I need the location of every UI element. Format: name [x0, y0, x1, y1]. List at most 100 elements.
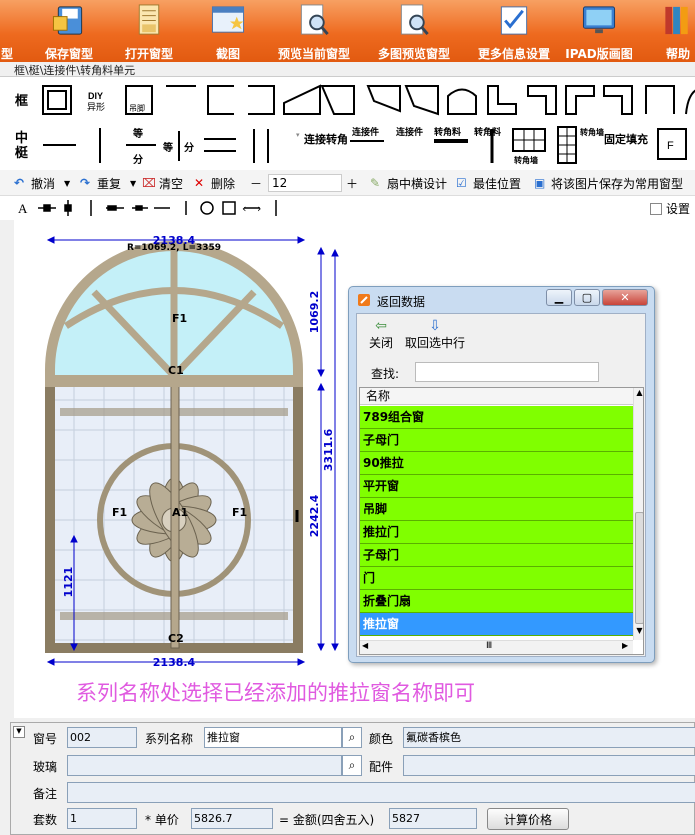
- f-part-label: F: [667, 140, 674, 152]
- horizontal-scrollbar[interactable]: ◀ Ⅲ ▶: [360, 640, 633, 654]
- draw-toolbar: A ‹ › 设置: [0, 196, 695, 220]
- frame-shapes-row[interactable]: DIY 异形 吊脚: [38, 81, 695, 121]
- redo-icon: ↷: [80, 176, 91, 190]
- connector-turn-label: 连接转角: [304, 132, 348, 146]
- tag-f1-right: F1: [232, 506, 247, 519]
- accessory-field[interactable]: [403, 755, 695, 776]
- note-field[interactable]: [67, 782, 695, 803]
- ribbon-ipad-button[interactable]: IPAD版画图: [562, 0, 636, 62]
- grid-row[interactable]: 推拉门: [360, 521, 633, 544]
- unit-price-field[interactable]: 5826.7: [191, 808, 273, 829]
- ipad-icon: [582, 6, 616, 34]
- glass-field[interactable]: [67, 755, 342, 776]
- grid-row[interactable]: 折叠门扇: [360, 590, 633, 613]
- preview-icon: [300, 4, 329, 36]
- data-grid: 名称 789组合窗 子母门 90推拉 平开窗 吊脚 推拉门 子母门门折叠门扇 推拉窗 ▲ ▼ …: [359, 387, 644, 655]
- retrieve-row-button[interactable]: ⇩ 取回选中行: [405, 318, 465, 351]
- order-form: ▼ 窗号 002 系列名称 推拉窗 ⌕ 颜色 氟碳香槟色 玻璃 ⌕ 配件 备注 …: [10, 722, 695, 835]
- save-common-button[interactable]: ▣ 将该图片保存为常用窗型: [534, 174, 683, 192]
- ribbon-window-button[interactable]: 型: [0, 0, 24, 62]
- best-position-button[interactable]: ☑ 最佳位置: [456, 174, 521, 192]
- glass-search-button[interactable]: ⌕: [342, 755, 362, 776]
- calculate-price-button[interactable]: 计算价格: [487, 808, 569, 830]
- ribbon-screenshot-button[interactable]: 截图: [204, 0, 252, 62]
- row-dropdown-marker[interactable]: ▾: [296, 131, 300, 139]
- sets-field[interactable]: 1: [67, 808, 137, 829]
- bottom-width-dimension: 2138.4: [153, 656, 196, 669]
- settings-icon: [500, 6, 528, 35]
- retrieve-icon: ⇩: [429, 318, 441, 334]
- draw-tools[interactable]: A ‹ ›: [14, 198, 314, 218]
- total-height-dimension: 3311.6: [322, 428, 335, 471]
- scroll-up-icon[interactable]: ▲: [634, 388, 643, 402]
- grid-row[interactable]: 吊脚: [360, 498, 633, 521]
- ribbon-save-button[interactable]: 保存窗型: [38, 0, 100, 62]
- search-icon: ⌕: [348, 730, 356, 744]
- h-arrow-icon: ‹: [242, 202, 246, 215]
- checkbox-box[interactable]: [650, 202, 662, 215]
- series-search-button[interactable]: ⌕: [342, 727, 362, 748]
- size-input[interactable]: 12: [268, 174, 342, 192]
- close-window-button[interactable]: ✕: [602, 289, 648, 306]
- scroll-grip-icon[interactable]: Ⅲ: [486, 641, 492, 651]
- scroll-left-icon[interactable]: ◀: [362, 641, 368, 650]
- grid-row[interactable]: 789组合窗: [360, 406, 633, 429]
- maximize-icon: ▢: [581, 291, 593, 304]
- window-no-field[interactable]: 002: [67, 727, 137, 748]
- undo-button[interactable]: ↶ 撤消 ▼: [14, 174, 70, 192]
- grid-row[interactable]: 门: [360, 567, 633, 590]
- ribbon-multi-preview-button[interactable]: 多图预览窗型: [370, 0, 458, 62]
- ribbon-preview-button[interactable]: 预览当前窗型: [270, 0, 358, 62]
- delete-button[interactable]: ✕ 删除: [194, 174, 235, 192]
- equal-label-left: 等: [163, 141, 173, 154]
- tag-a1: A1: [172, 506, 188, 519]
- series-name-field[interactable]: 推拉窗: [204, 727, 342, 748]
- unit-price-label: * 单价: [145, 813, 179, 827]
- corner-wall-label: 转角墙: [514, 155, 538, 165]
- scroll-thumb[interactable]: [635, 512, 643, 624]
- undo-dropdown-icon[interactable]: ▼: [64, 179, 70, 188]
- mullion-row-label: 中梃: [15, 131, 29, 161]
- glass-label: 玻璃: [33, 760, 58, 774]
- edit-toolbar: ↶ 撤消 ▼ ↷ 重复 ▼ ⌧ 清空 ✕ 删除 － 12 ＋ ✎ 扇中横设计 ☑ 最佳位置 ▣ 将…: [0, 170, 695, 196]
- ribbon-toolbar: 型 保存窗型 打开窗型 截图 预览当前窗型 多图预览窗型 更多信息设置 IPAD…: [0, 0, 695, 62]
- text-tool[interactable]: A: [18, 201, 28, 216]
- size-minus-button[interactable]: －: [250, 174, 262, 192]
- close-dialog-button[interactable]: ⇦ 关闭: [369, 318, 393, 351]
- save-icon: [52, 6, 83, 35]
- delete-icon: ✕: [194, 176, 205, 190]
- settings-checkbox[interactable]: 设置: [650, 200, 690, 217]
- minimize-button[interactable]: ▁: [546, 289, 572, 306]
- maximize-button[interactable]: ▢: [574, 289, 600, 306]
- corner-bar-vert-label: 转角料: [474, 126, 501, 138]
- vertical-scrollbar[interactable]: ▲ ▼: [633, 388, 643, 640]
- expand-toggle-icon[interactable]: ▼: [13, 726, 25, 738]
- grid-row[interactable]: 推拉窗: [360, 613, 633, 636]
- grid-row[interactable]: 平开窗: [360, 475, 633, 498]
- scroll-down-icon[interactable]: ▼: [634, 626, 643, 640]
- ribbon-open-button[interactable]: 打开窗型: [118, 0, 180, 62]
- size-plus-button[interactable]: ＋: [346, 174, 358, 192]
- grid-row[interactable]: 子母门: [360, 544, 633, 567]
- column-header-name[interactable]: 名称: [360, 388, 633, 405]
- return-data-dialog: 返回数据 ▁ ▢ ✕ ⇦ 关闭 ⇩ 取回选中行 查找: 名称 789组合窗 子母门…: [348, 286, 655, 663]
- scroll-right-icon[interactable]: ▶: [622, 641, 628, 650]
- redo-dropdown-icon[interactable]: ▼: [130, 179, 136, 188]
- equal-label-right: 分: [184, 141, 194, 154]
- breadcrumb: 框\梃\连接件\转角料单元: [14, 64, 136, 77]
- amount-field[interactable]: 5827: [389, 808, 477, 829]
- color-field[interactable]: 氟碳香槟色: [403, 727, 695, 748]
- find-input[interactable]: [415, 362, 599, 382]
- redo-button[interactable]: ↷ 重复 ▼: [80, 174, 136, 192]
- sash-design-button[interactable]: ✎ 扇中横设计: [370, 174, 447, 192]
- clear-button[interactable]: ⌧ 清空: [142, 174, 183, 192]
- mullion-shapes-row[interactable]: 等 分 等 分 ▾ 连接转角 连接件 连接件 转角料 转角料 转角墙 转角墙 固…: [38, 123, 695, 169]
- h-arrow-icon-right: ›: [257, 202, 261, 215]
- grid-row[interactable]: 90推拉: [360, 452, 633, 475]
- window-icon: [0, 3, 26, 38]
- tag-f1-top: F1: [172, 312, 187, 325]
- diy-sub-label: 异形: [87, 101, 105, 112]
- ribbon-help-button[interactable]: 帮助: [654, 0, 695, 62]
- grid-row[interactable]: 子母门: [360, 429, 633, 452]
- ribbon-more-settings-button[interactable]: 更多信息设置: [470, 0, 558, 62]
